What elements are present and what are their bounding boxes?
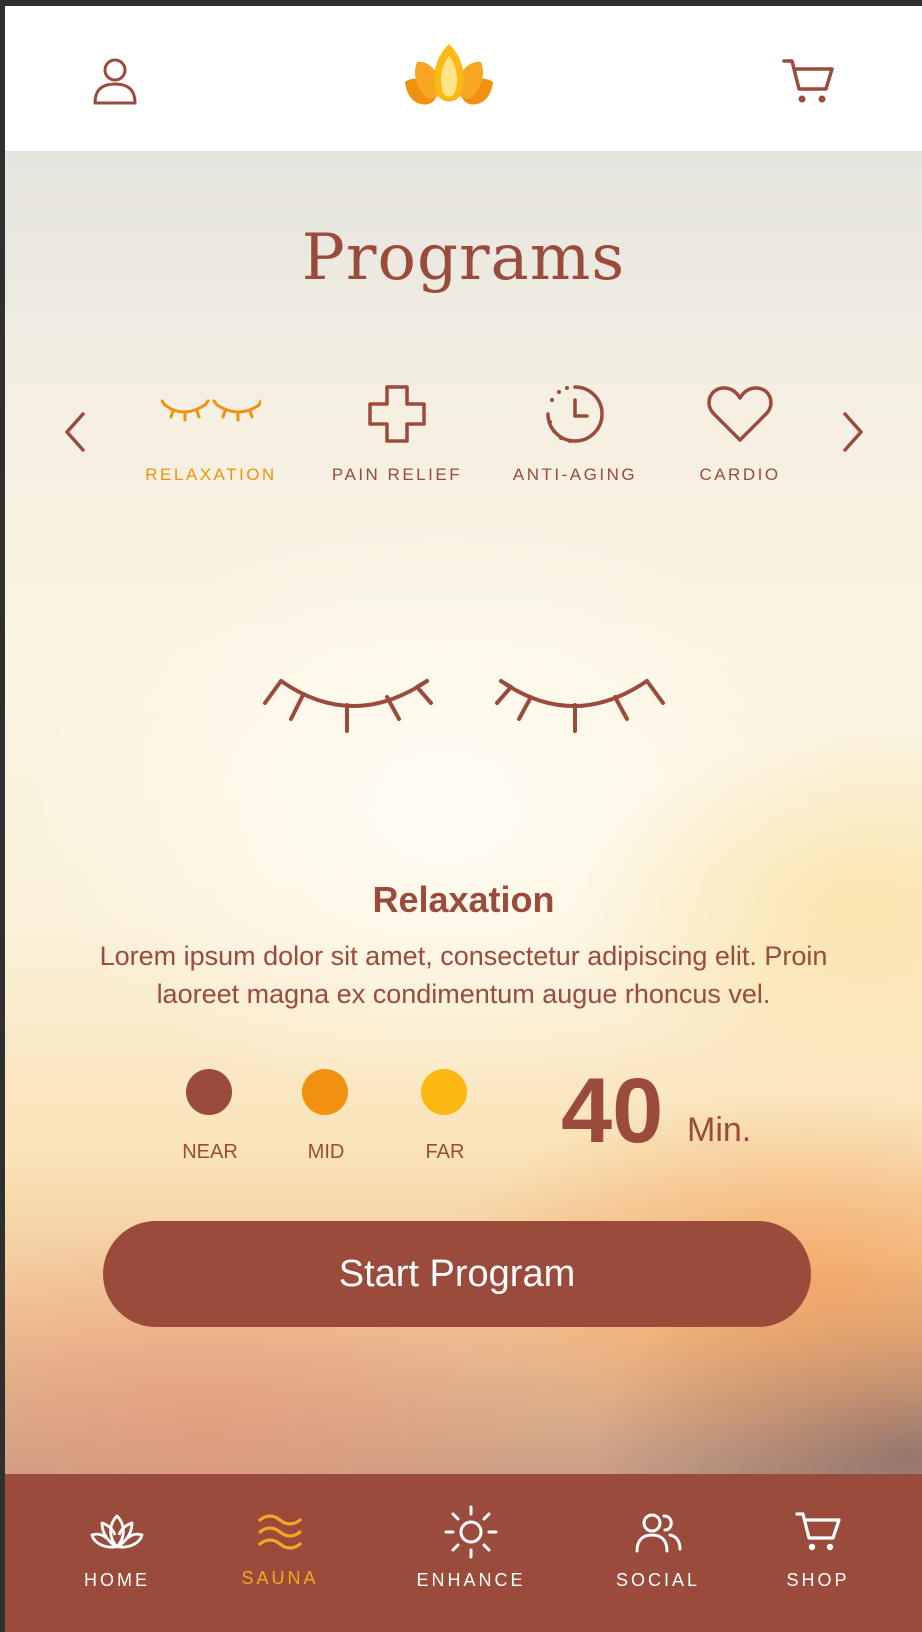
- top-header: [5, 6, 922, 151]
- lotus-logo[interactable]: [399, 40, 499, 110]
- page-title: Programs: [301, 221, 626, 295]
- user-icon: [93, 58, 137, 105]
- program-name: Relaxation: [372, 879, 555, 920]
- nav-item-sauna[interactable]: SAUNA: [200, 1474, 360, 1604]
- nav-label: SHOP: [786, 1570, 850, 1590]
- clock-history-icon: [495, 379, 655, 449]
- lotus-icon: [37, 1502, 197, 1562]
- next-category-button[interactable]: [833, 407, 873, 457]
- closed-eyes-icon: [131, 379, 291, 449]
- zone-label: FAR: [425, 1141, 465, 1163]
- chevron-left-icon: [65, 412, 85, 452]
- app-frame: Programs RELAXATION PAIN RELIEF ANTI-AGI…: [0, 0, 922, 1632]
- cart-icon: [738, 1502, 898, 1562]
- waves-icon: [200, 1502, 360, 1562]
- bottom-nav: HOME SAUNA ENHANCE SOCIAL SHOP: [5, 1474, 922, 1632]
- category-cardio[interactable]: CARDIO: [660, 379, 820, 489]
- zone-label: NEAR: [182, 1141, 238, 1163]
- category-label: PAIN RELIEF: [331, 465, 463, 484]
- cart-button[interactable]: [773, 46, 843, 116]
- zone-dot: [421, 1069, 467, 1115]
- duration-unit: Min.: [687, 1111, 752, 1149]
- nav-item-shop[interactable]: SHOP: [738, 1474, 898, 1604]
- category-label: ANTI-AGING: [512, 465, 638, 484]
- start-program-button[interactable]: Start Program: [103, 1221, 811, 1327]
- chevron-right-icon: [843, 412, 863, 452]
- zone-label: MID: [307, 1141, 345, 1163]
- nav-item-enhance[interactable]: ENHANCE: [391, 1474, 551, 1604]
- sun-icon: [391, 1502, 551, 1562]
- category-pain-relief[interactable]: PAIN RELIEF: [317, 379, 477, 489]
- duration-value: 40: [561, 1060, 664, 1162]
- nav-label: SOCIAL: [615, 1570, 701, 1590]
- category-anti-aging[interactable]: ANTI-AGING: [495, 379, 655, 489]
- nav-item-home[interactable]: HOME: [37, 1474, 197, 1604]
- phone-screen: Programs RELAXATION PAIN RELIEF ANTI-AGI…: [5, 6, 922, 1632]
- nav-label: HOME: [84, 1570, 150, 1590]
- prev-category-button[interactable]: [55, 407, 95, 457]
- zone-mid[interactable]: MID: [286, 1069, 366, 1169]
- programs-screen: Programs RELAXATION PAIN RELIEF ANTI-AGI…: [5, 151, 922, 1481]
- program-description: Lorem ipsum dolor sit amet, consectetur …: [99, 941, 828, 1009]
- category-relaxation[interactable]: RELAXATION: [131, 379, 291, 489]
- lotus-logo-icon: [405, 44, 493, 105]
- profile-button[interactable]: [80, 46, 150, 116]
- zone-far[interactable]: FAR: [405, 1069, 485, 1169]
- category-label: RELAXATION: [145, 465, 277, 484]
- zone-dot: [186, 1069, 232, 1115]
- medical-cross-icon: [317, 379, 477, 449]
- zone-near[interactable]: NEAR: [170, 1069, 250, 1169]
- cart-icon: [782, 59, 834, 103]
- closed-eyes-icon: [263, 679, 665, 733]
- nav-item-social[interactable]: SOCIAL: [578, 1474, 738, 1604]
- heart-icon: [660, 379, 820, 449]
- nav-label: SAUNA: [241, 1568, 319, 1588]
- category-label: CARDIO: [699, 465, 781, 484]
- users-icon: [578, 1502, 738, 1562]
- zone-dot: [302, 1069, 348, 1115]
- nav-label: ENHANCE: [416, 1570, 526, 1590]
